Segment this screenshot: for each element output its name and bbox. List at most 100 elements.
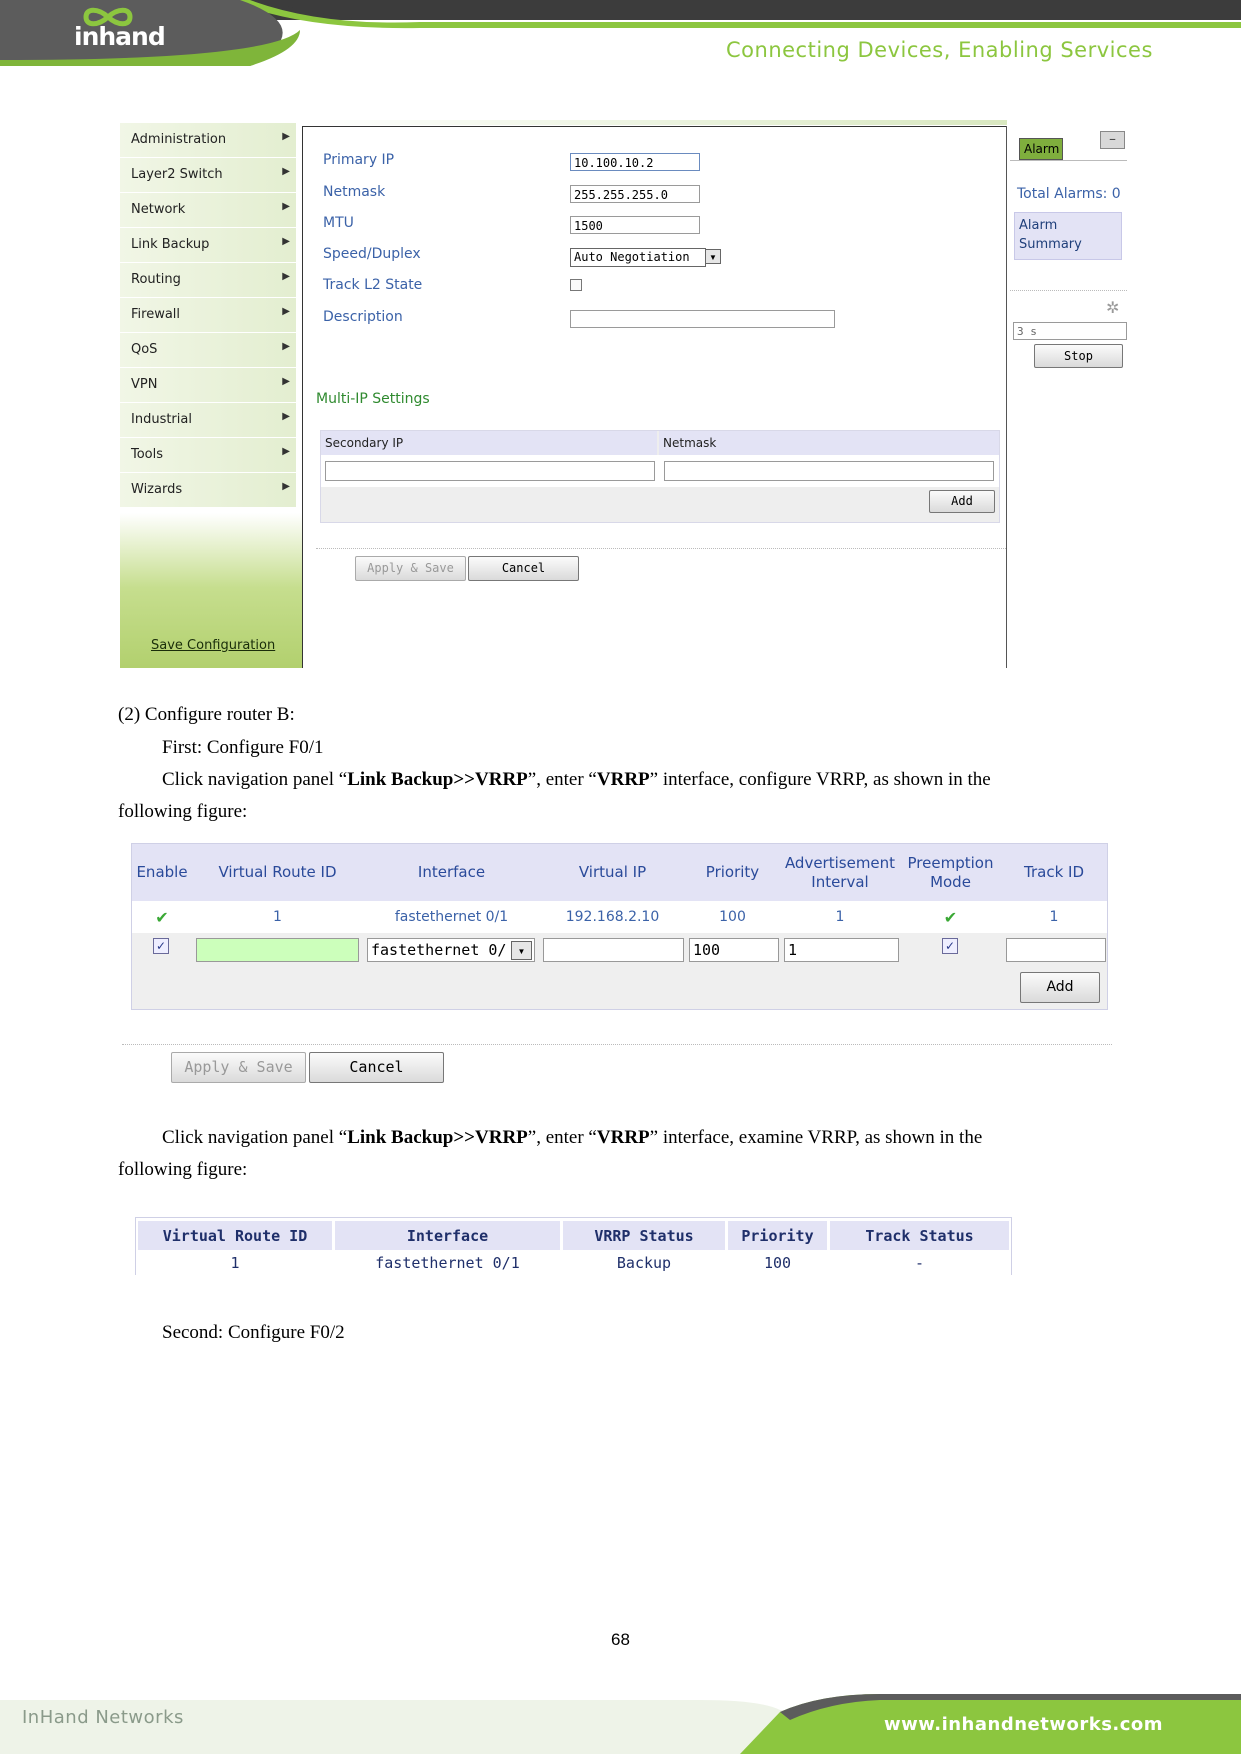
chevron-down-icon[interactable]: ▼ xyxy=(511,941,532,960)
arrow-right-icon: ▶ xyxy=(282,201,290,212)
header-tagline: Connecting Devices, Enabling Services xyxy=(726,38,1153,62)
nav-item-wizards[interactable]: Wizards ▶ xyxy=(120,473,296,508)
nav-item-vpn[interactable]: VPN ▶ xyxy=(120,368,296,403)
page-number: 68 xyxy=(611,1630,630,1649)
chevron-down-icon[interactable]: ▼ xyxy=(705,249,721,264)
instruction-2-part: Click navigation panel “ xyxy=(162,1127,348,1148)
header-virtual-route-id: Virtual Route ID xyxy=(138,1221,332,1250)
header-interface: Interface xyxy=(335,1221,560,1250)
netmask-input[interactable]: 255.255.255.0 xyxy=(570,185,700,203)
nav-item-qos[interactable]: QoS ▶ xyxy=(120,333,296,368)
nav-item-label: Firewall xyxy=(131,307,181,322)
enabled-check-icon: ✔ xyxy=(155,907,169,927)
netmask-header: Netmask xyxy=(659,431,999,455)
nav-item-administration[interactable]: Administration ▶ xyxy=(120,123,296,158)
save-configuration-link[interactable]: Save Configuration xyxy=(151,638,275,653)
instruction-2-cont: following figure: xyxy=(118,1159,248,1180)
step-b-text: (2) Configure router B: xyxy=(118,704,295,725)
interface-settings-screenshot: Administration ▶ Layer2 Switch ▶ Network ▶ … xyxy=(120,118,1127,668)
speed-duplex-value: Auto Negotiation xyxy=(574,250,690,264)
add-multi-ip-button[interactable]: Add xyxy=(929,490,995,513)
instruction-1-part: ” interface, configure VRRP, as shown in… xyxy=(649,769,991,790)
virtual-route-id-input[interactable] xyxy=(196,938,359,962)
stop-button[interactable]: Stop xyxy=(1034,344,1123,368)
multi-ip-title: Multi-IP Settings xyxy=(316,391,430,407)
priority-input[interactable]: 100 xyxy=(689,938,779,962)
first-configure-text: First: Configure F0/1 xyxy=(162,737,324,758)
arrow-right-icon: ▶ xyxy=(282,411,290,422)
cancel-button[interactable]: Cancel xyxy=(468,556,579,581)
preemption-check-icon: ✔ xyxy=(943,907,958,927)
cell-priority: 100 xyxy=(763,1254,792,1272)
alarm-summary-link[interactable]: Alarm Summary xyxy=(1014,212,1122,260)
cell-virtual-route-id: 1 xyxy=(273,909,282,925)
arrow-right-icon: ▶ xyxy=(282,376,290,387)
speed-duplex-select[interactable]: Auto Negotiation xyxy=(570,248,706,267)
nav-item-label: Industrial xyxy=(131,412,192,427)
mtu-label: MTU xyxy=(323,215,354,231)
cell-interface: fastethernet 0/1 xyxy=(375,1254,520,1272)
secondary-ip-input[interactable] xyxy=(325,461,655,481)
apply-save-button[interactable]: Apply & Save xyxy=(355,556,466,581)
description-input[interactable] xyxy=(570,310,835,328)
logo-text: inhand xyxy=(74,22,166,51)
apply-save-button[interactable]: Apply & Save xyxy=(171,1052,306,1083)
track-id-input[interactable] xyxy=(1006,938,1106,962)
arrow-right-icon: ▶ xyxy=(282,236,290,247)
spinner-icon: ✲ xyxy=(1106,300,1120,317)
header-interface: Interface xyxy=(364,844,539,901)
header-preemption-mode: Preemption Mode xyxy=(901,844,1000,901)
primary-ip-input[interactable]: 10.100.10.2 xyxy=(570,153,700,171)
header-virtual-ip: Virtual IP xyxy=(541,844,684,901)
instruction-1-part: Click navigation panel “ xyxy=(162,769,348,790)
alarm-panel-border xyxy=(1006,126,1007,668)
preemption-checkbox[interactable]: ✓ xyxy=(942,938,958,954)
arrow-right-icon: ▶ xyxy=(282,446,290,457)
interface-select[interactable]: fastethernet 0/ xyxy=(367,938,535,962)
nav-item-link-backup[interactable]: Link Backup ▶ xyxy=(120,228,296,263)
arrow-right-icon: ▶ xyxy=(282,306,290,317)
second-configure-text: Second: Configure F0/2 xyxy=(162,1322,345,1343)
cell-advertisement-interval: 1 xyxy=(835,909,845,925)
refresh-interval-input[interactable]: 3 s xyxy=(1013,322,1127,340)
instruction-2-part: ” interface, examine VRRP, as shown in t… xyxy=(649,1127,983,1148)
advertisement-interval-input[interactable]: 1 xyxy=(784,938,899,962)
nav-item-label: Administration xyxy=(131,132,227,147)
nav-item-label: Wizards xyxy=(131,482,183,497)
nav-item-industrial[interactable]: Industrial ▶ xyxy=(120,403,296,438)
cell-virtual-route-id: 1 xyxy=(230,1254,240,1272)
virtual-ip-input[interactable] xyxy=(543,938,684,962)
cancel-button[interactable]: Cancel xyxy=(309,1052,444,1083)
minimize-icon[interactable]: – xyxy=(1100,131,1125,149)
tab-alarm[interactable]: Alarm xyxy=(1019,138,1063,160)
content-top-gradient xyxy=(302,120,1007,125)
nav-item-label: Routing xyxy=(131,272,181,287)
header-track-status: Track Status xyxy=(830,1221,1009,1250)
header-vrrp-status: VRRP Status xyxy=(563,1221,725,1250)
nav-item-firewall[interactable]: Firewall ▶ xyxy=(120,298,296,333)
primary-ip-label: Primary IP xyxy=(323,152,395,168)
add-vrrp-button[interactable]: Add xyxy=(1020,972,1100,1003)
instruction-2: Click navigation panel “Link Backup>>VRR… xyxy=(162,1126,1122,1150)
nav-item-label: Tools xyxy=(131,447,164,462)
cell-vrrp-status: Backup xyxy=(616,1254,672,1272)
nav-item-tools[interactable]: Tools ▶ xyxy=(120,438,296,473)
alarm-summary-line2: Summary xyxy=(1019,237,1082,252)
instruction-2-part: ”, enter “ xyxy=(527,1127,597,1148)
mtu-input[interactable]: 1500 xyxy=(570,216,700,234)
header-advertisement-interval: Advertisement Interval xyxy=(781,844,899,901)
nav-item-layer2-switch[interactable]: Layer2 Switch ▶ xyxy=(120,158,296,193)
alarm-divider xyxy=(1010,160,1127,161)
track-l2-state-checkbox[interactable] xyxy=(570,279,582,291)
footer-company-name: InHand Networks xyxy=(22,1707,184,1728)
secondary-netmask-input[interactable] xyxy=(664,461,994,481)
arrow-right-icon: ▶ xyxy=(282,481,290,492)
enable-checkbox[interactable]: ✓ xyxy=(153,938,169,954)
nav-item-label: Layer2 Switch xyxy=(131,167,223,182)
content-frame xyxy=(302,126,1007,127)
nav-item-routing[interactable]: Routing ▶ xyxy=(120,263,296,298)
secondary-ip-header: Secondary IP xyxy=(321,431,657,455)
nav-item-network[interactable]: Network ▶ xyxy=(120,193,296,228)
alarm-summary-line1: Alarm xyxy=(1019,218,1058,233)
nav-item-label: QoS xyxy=(131,342,158,357)
